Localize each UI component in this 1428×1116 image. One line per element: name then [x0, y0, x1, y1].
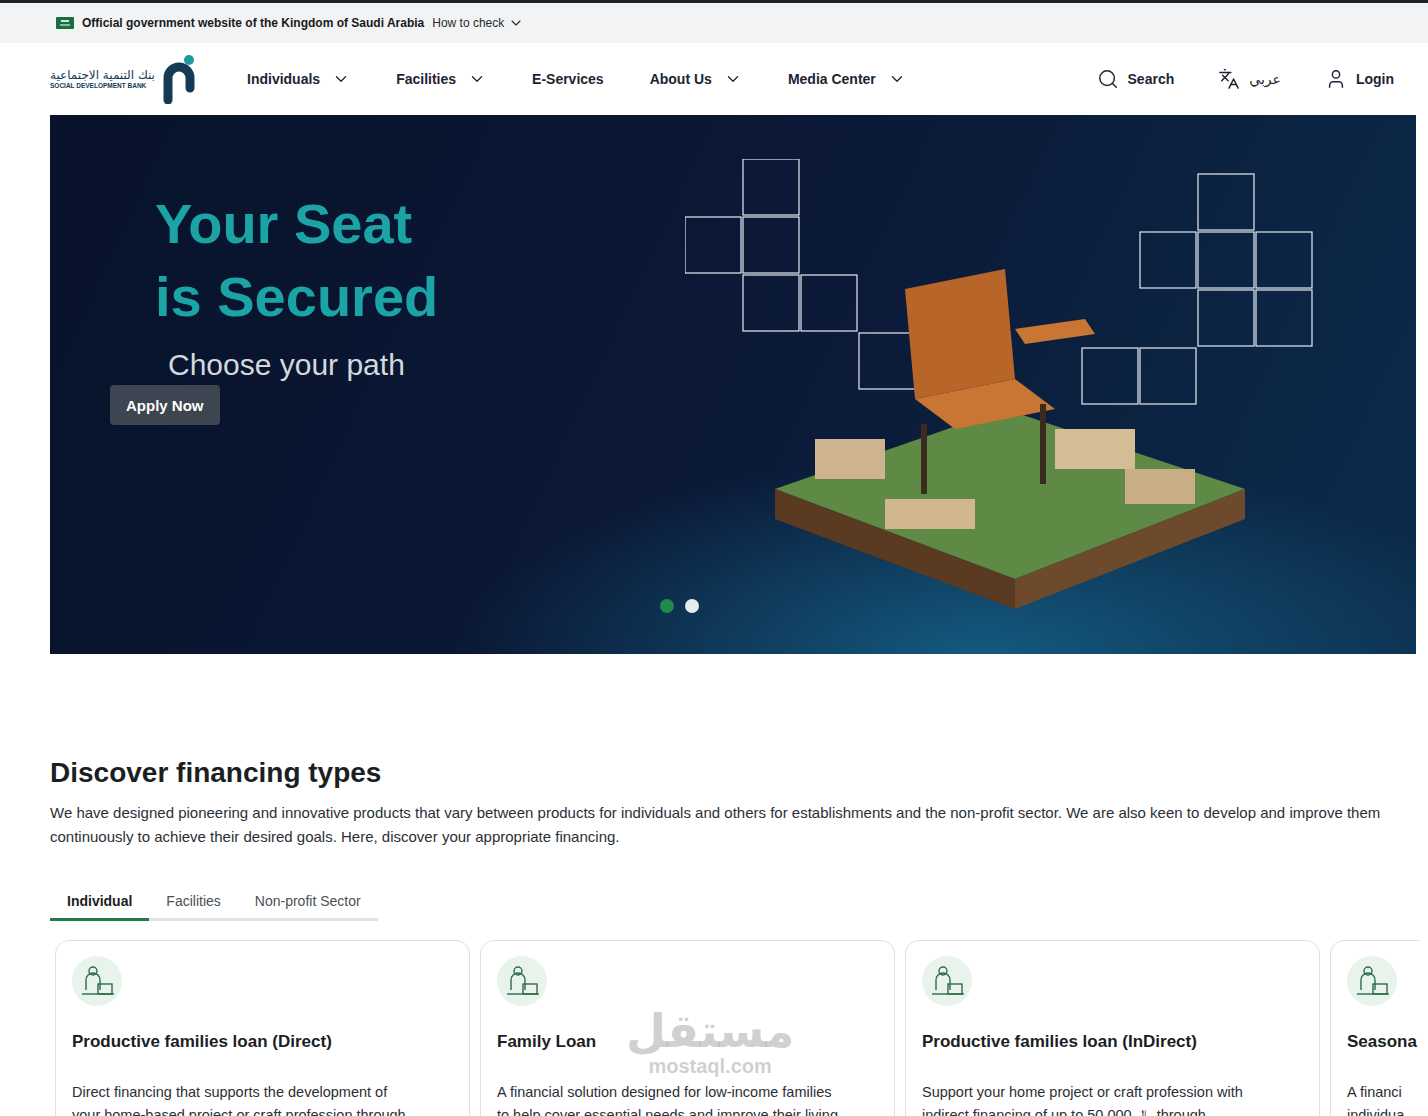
card-description-line: A financial solution designed for low-in… [497, 1081, 838, 1104]
main-nav: Individuals Facilities E-Services About Us M… [247, 70, 906, 88]
tile-icon [685, 217, 741, 273]
search-icon [1097, 68, 1119, 90]
language-label: عربي [1249, 71, 1281, 87]
card-title: Seasona [1347, 1031, 1417, 1053]
tile-icon [1256, 290, 1312, 346]
card-description-line: A financi [1347, 1081, 1404, 1104]
card-description-line: indirect financing of up to ﷼ 50,000 thr… [922, 1104, 1243, 1116]
card-description: A financial solution designed for low-in… [497, 1081, 838, 1116]
watermark-latin: mostaql.com [648, 1056, 771, 1076]
financing-product-icon [497, 956, 547, 1006]
nav-item[interactable]: Media Center [788, 70, 906, 88]
tile-icon [1198, 232, 1254, 288]
logo-text: بنك التنمية الاجتماعيةSOCIAL DEVELOPMENT… [50, 69, 155, 89]
card-description: Direct financing that supports the devel… [72, 1081, 406, 1116]
header-actions: Search عربي Login [1097, 68, 1394, 90]
nav-item[interactable]: E-Services [532, 71, 604, 87]
tile-icon [743, 159, 799, 215]
financing-card[interactable]: Productive families loan (Direct) Direct … [55, 940, 470, 1116]
header: بنك التنمية الاجتماعيةSOCIAL DEVELOPMENT… [0, 43, 1428, 115]
financing-tabs: IndividualFacilitiesNon-profit Sector [50, 885, 378, 921]
tile-icon [1140, 348, 1196, 404]
chevron-down-icon [508, 15, 524, 31]
tile-icon [743, 275, 799, 331]
tile-icon [1082, 348, 1138, 404]
tab[interactable]: Facilities [149, 885, 237, 921]
tab[interactable]: Non-profit Sector [238, 885, 378, 921]
translate-icon [1218, 68, 1240, 90]
carousel-dot[interactable] [660, 599, 674, 613]
chevron-down-icon [332, 70, 350, 88]
card-row: Productive families loan (Direct) Direct … [50, 940, 1420, 1116]
hero-title-line: Your Seat [155, 187, 438, 260]
chevron-down-icon [724, 70, 742, 88]
tile-icon [801, 275, 857, 331]
hero-title: Your Seatis Secured [155, 187, 438, 333]
tile-icon [1198, 290, 1254, 346]
financing-card[interactable]: Family Loan A financial solution designed… [480, 940, 895, 1116]
card-description-line: Support your home project or craft profe… [922, 1081, 1243, 1104]
bank-mark-icon [161, 54, 197, 104]
government-notice: Official government website of the Kingd… [82, 16, 424, 30]
card-title: Productive families loan (InDirect) [922, 1031, 1197, 1053]
section-title: Discover financing types [50, 756, 1420, 790]
saudi-flag-icon [56, 17, 74, 29]
hero-illustration [685, 159, 1325, 619]
logo-arabic: بنك التنمية الاجتماعية [50, 69, 155, 82]
hero-banner: Your Seatis Secured Choose your pathApply… [50, 115, 1416, 654]
language-button[interactable]: عربي [1218, 68, 1281, 90]
card-description-line: individua [1347, 1104, 1404, 1116]
card-description-line: to help cover essential needs and improv… [497, 1104, 838, 1116]
carousel-dot[interactable] [685, 599, 699, 613]
financing-product-icon [922, 956, 972, 1006]
financing-card[interactable]: Seasona A financiindividua [1330, 940, 1420, 1116]
watermark: مستقلmostaql.com [626, 1008, 794, 1076]
hero-title-line: is Secured [155, 260, 438, 333]
tab[interactable]: Individual [50, 885, 149, 921]
hero-subtitle: Choose your path [168, 345, 405, 385]
carousel-dots [660, 599, 699, 613]
section-description: We have designed pioneering and innovati… [50, 801, 1420, 849]
tile-icon [1256, 232, 1312, 288]
card-description-line: your home-based project or craft profess… [72, 1104, 406, 1116]
card-title: Productive families loan (Direct) [72, 1031, 332, 1053]
logo[interactable]: بنك التنمية الاجتماعيةSOCIAL DEVELOPMENT… [50, 54, 210, 104]
card-description-line: Direct financing that supports the devel… [72, 1081, 406, 1104]
card-title: Family Loan [497, 1031, 596, 1053]
tile-icon [743, 217, 799, 273]
chevron-down-icon [888, 70, 906, 88]
financing-section: Discover financing types We have designed… [0, 654, 1428, 1116]
card-description: A financiindividua [1347, 1081, 1404, 1116]
nav-item[interactable]: Individuals [247, 70, 350, 88]
tile-icon [1140, 232, 1196, 288]
nav-item[interactable]: Facilities [396, 70, 486, 88]
nav-item[interactable]: About Us [650, 70, 742, 88]
page: Official government website of the Kingd… [0, 0, 1428, 1116]
tile-icon [1198, 174, 1254, 230]
logo-english: SOCIAL DEVELOPMENT BANK [50, 82, 146, 89]
financing-product-icon [1347, 956, 1397, 1006]
financing-card[interactable]: Productive families loan (InDirect) Suppo… [905, 940, 1320, 1116]
financing-product-icon [72, 956, 122, 1006]
user-icon [1325, 68, 1347, 90]
hero-text: Your Seatis Secured Choose your pathApply… [50, 115, 685, 425]
card-description: Support your home project or craft profe… [922, 1081, 1243, 1116]
login-button[interactable]: Login [1325, 68, 1394, 90]
government-bar: Official government website of the Kingd… [0, 0, 1428, 43]
watermark-arabic: مستقل [626, 1008, 794, 1054]
search-button[interactable]: Search [1097, 68, 1175, 90]
apply-now-button[interactable]: Apply Now [110, 385, 220, 425]
chevron-down-icon [468, 70, 486, 88]
how-to-check-link[interactable]: How to check [432, 15, 524, 31]
tile-icon [859, 333, 915, 389]
